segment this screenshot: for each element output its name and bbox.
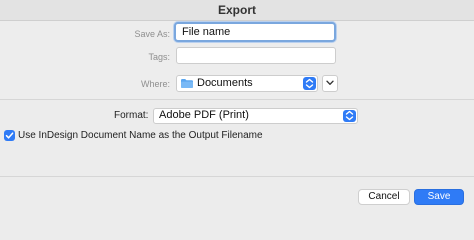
format-value: Adobe PDF (Print) <box>159 109 249 121</box>
section-divider <box>0 99 474 100</box>
save-button[interactable]: Save <box>414 189 464 205</box>
chevron-down-icon <box>326 80 334 85</box>
tags-input[interactable] <box>176 47 336 64</box>
save-as-input[interactable]: File name <box>174 22 336 42</box>
tags-label: Tags: <box>148 52 170 62</box>
checkmark-icon <box>5 132 14 139</box>
where-popup-button[interactable]: Documents <box>176 75 318 92</box>
save-as-value: File name <box>182 26 231 38</box>
expand-dialog-button[interactable] <box>322 75 338 92</box>
where-label: Where: <box>140 79 170 89</box>
up-down-chevron-icon <box>343 110 356 122</box>
format-popup-button[interactable]: Adobe PDF (Print) <box>153 108 358 124</box>
up-down-chevron-icon <box>303 77 316 90</box>
export-dialog: Export Save As: File name Tags: Where: D… <box>0 0 474 214</box>
title-bar: Export <box>0 0 474 21</box>
use-document-name-checkbox[interactable] <box>4 130 15 141</box>
footer-divider <box>0 176 474 177</box>
where-value: Documents <box>197 77 253 89</box>
save-as-label: Save As: <box>134 29 170 39</box>
folder-icon <box>181 79 193 88</box>
window-title: Export <box>217 3 256 17</box>
format-label: Format: <box>114 110 149 121</box>
cancel-button[interactable]: Cancel <box>358 189 410 205</box>
use-document-name-label[interactable]: Use InDesign Document Name as the Output… <box>18 130 263 141</box>
